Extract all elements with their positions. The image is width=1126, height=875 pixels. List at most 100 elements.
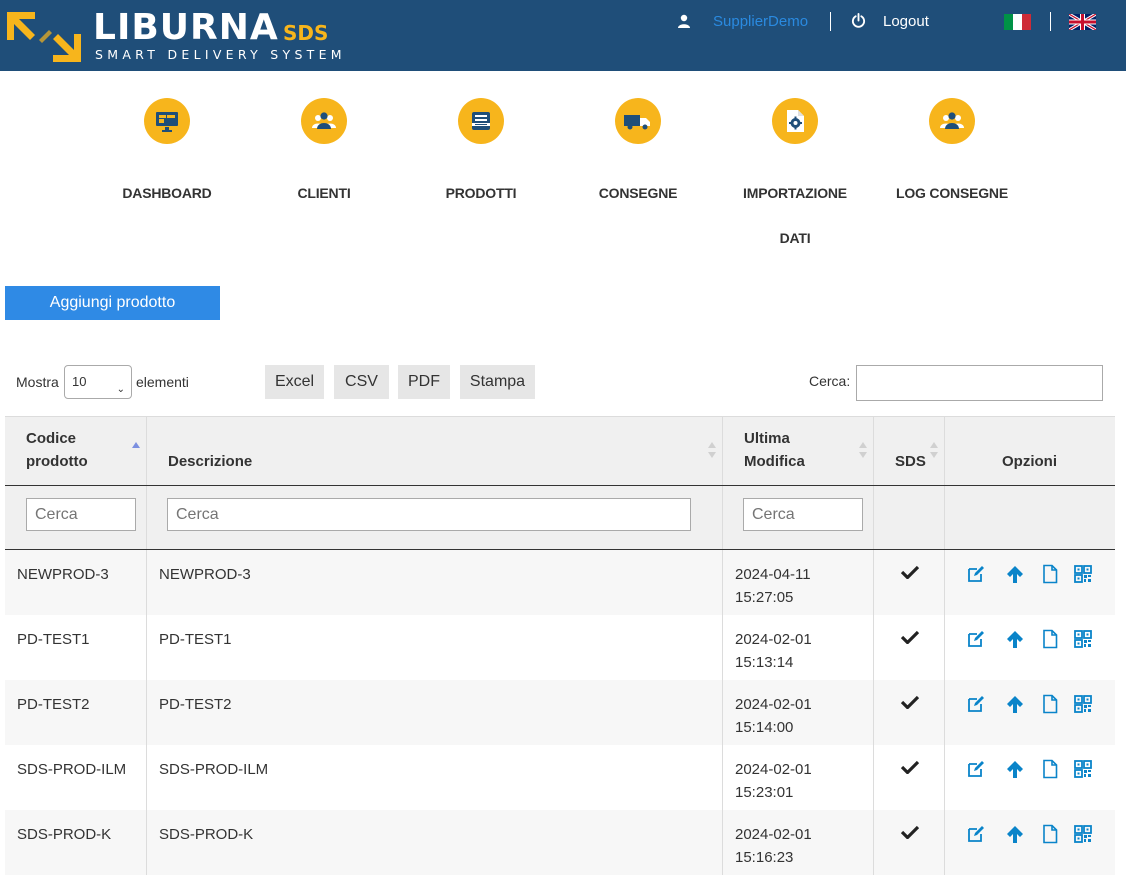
sds-cell	[874, 745, 945, 810]
description-cell: SDS-PROD-ILM	[147, 745, 723, 810]
dashboard-icon	[144, 98, 190, 144]
last-modified: 2024-02-01 15:13:14	[735, 631, 812, 671]
nav-clienti[interactable]: CLIENTI	[254, 98, 394, 216]
column-header-code[interactable]: Codice prodotto	[5, 417, 147, 485]
product-description: SDS-PROD-K	[159, 826, 254, 843]
filter-cell	[723, 486, 874, 549]
filter-cell	[874, 486, 945, 549]
excel-button[interactable]: Excel	[265, 365, 324, 399]
edit-icon[interactable]	[966, 629, 986, 649]
description-filter-input[interactable]	[167, 498, 691, 531]
search-input[interactable]	[856, 365, 1103, 401]
table-row[interactable]: SDS-PROD-ILM SDS-PROD-ILM 2024-02-01 15:2…	[5, 745, 1115, 810]
edit-icon[interactable]	[966, 824, 986, 844]
last-modified: 2024-02-01 15:14:00	[735, 696, 812, 736]
show-label: Mostra	[16, 374, 59, 390]
logout-link[interactable]: Logout	[883, 13, 929, 31]
description-cell: PD-TEST1	[147, 615, 723, 680]
print-button[interactable]: Stampa	[460, 365, 535, 399]
options-cell	[945, 810, 1115, 875]
column-header-last-modified[interactable]: Ultima Modifica	[723, 417, 874, 485]
qr-code-icon[interactable]	[1073, 759, 1093, 779]
page-size-select[interactable]: 10 ⌄	[64, 365, 132, 399]
uk-flag-icon[interactable]	[1069, 14, 1096, 30]
nav-dashboard[interactable]: DASHBOARD	[97, 98, 237, 216]
column-label: Codice prodotto	[26, 430, 88, 470]
document-icon[interactable]	[1040, 759, 1060, 779]
brand-suffix: SDS	[283, 21, 329, 45]
upload-icon[interactable]	[1005, 824, 1025, 844]
pdf-button[interactable]: PDF	[398, 365, 450, 399]
users-icon	[301, 98, 347, 144]
edit-icon[interactable]	[966, 564, 986, 584]
nav-consegne[interactable]: CONSEGNE	[568, 98, 708, 216]
csv-button[interactable]: CSV	[334, 365, 389, 399]
document-icon[interactable]	[1040, 629, 1060, 649]
check-icon	[901, 565, 919, 579]
document-icon[interactable]	[1040, 694, 1060, 714]
nav-importazione-dati[interactable]: IMPORTAZIONE DATI	[725, 98, 865, 261]
table-row[interactable]: NEWPROD-3 NEWPROD-3 2024-04-11 15:27:05	[5, 550, 1115, 615]
options-cell	[945, 745, 1115, 810]
document-icon[interactable]	[1040, 564, 1060, 584]
check-icon	[901, 630, 919, 644]
code-cell: SDS-PROD-K	[5, 810, 147, 875]
options-cell	[945, 680, 1115, 745]
filter-cell	[147, 486, 723, 549]
table-row[interactable]: SDS-PROD-K SDS-PROD-K 2024-02-01 15:16:23	[5, 810, 1115, 875]
edit-icon[interactable]	[966, 694, 986, 714]
elements-label: elementi	[136, 374, 189, 390]
nav-log-consegne[interactable]: LOG CONSEGNE	[882, 98, 1022, 216]
italian-flag-icon[interactable]	[1004, 14, 1031, 30]
table-row[interactable]: PD-TEST2 PD-TEST2 2024-02-01 15:14:00	[5, 680, 1115, 745]
power-icon[interactable]	[851, 13, 866, 28]
edit-icon[interactable]	[966, 759, 986, 779]
code-cell: PD-TEST1	[5, 615, 147, 680]
column-header-options: Opzioni	[945, 417, 1115, 485]
upload-icon[interactable]	[1005, 759, 1025, 779]
nav-label: PRODOTTI	[445, 185, 517, 201]
qr-code-icon[interactable]	[1073, 629, 1093, 649]
last-modified: 2024-04-11 15:27:05	[735, 566, 811, 606]
column-label: SDS	[895, 453, 926, 470]
product-code: PD-TEST2	[17, 696, 90, 713]
nav-prodotti[interactable]: PRODOTTI	[411, 98, 551, 216]
column-label: Opzioni	[1002, 453, 1057, 470]
add-product-button[interactable]: Aggiungi prodotto	[5, 286, 220, 320]
product-description: NEWPROD-3	[159, 566, 251, 583]
chevron-down-icon: ⌄	[116, 384, 125, 395]
code-cell: SDS-PROD-ILM	[5, 745, 147, 810]
date-cell: 2024-02-01 15:23:01	[723, 745, 874, 810]
header-divider	[830, 12, 831, 31]
filter-row	[5, 486, 1115, 550]
description-cell: SDS-PROD-K	[147, 810, 723, 875]
nav-label: DASHBOARD	[122, 185, 212, 201]
upload-icon[interactable]	[1005, 694, 1025, 714]
column-header-description[interactable]: Descrizione	[147, 417, 723, 485]
import-icon	[772, 98, 818, 144]
qr-code-icon[interactable]	[1073, 564, 1093, 584]
sds-cell	[874, 550, 945, 615]
column-header-sds[interactable]: SDS	[874, 417, 945, 485]
liburna-logo[interactable]: LIBURNA SDS SMART DELIVERY SYSTEM	[5, 8, 342, 66]
upload-icon[interactable]	[1005, 629, 1025, 649]
date-filter-input[interactable]	[743, 498, 863, 531]
options-cell	[945, 550, 1115, 615]
code-filter-input[interactable]	[26, 498, 136, 531]
username-link[interactable]: SupplierDemo	[713, 13, 808, 31]
product-code: PD-TEST1	[17, 631, 90, 648]
qr-code-icon[interactable]	[1073, 694, 1093, 714]
sds-cell	[874, 615, 945, 680]
sort-both-icon	[859, 442, 867, 458]
product-code: NEWPROD-3	[17, 566, 109, 583]
nav-label: CONSEGNE	[598, 185, 678, 201]
qr-code-icon[interactable]	[1073, 824, 1093, 844]
product-code: SDS-PROD-K	[17, 826, 112, 843]
date-cell: 2024-02-01 15:13:14	[723, 615, 874, 680]
description-cell: NEWPROD-3	[147, 550, 723, 615]
product-description: PD-TEST1	[159, 631, 232, 648]
upload-icon[interactable]	[1005, 564, 1025, 584]
last-modified: 2024-02-01 15:23:01	[735, 761, 812, 801]
document-icon[interactable]	[1040, 824, 1060, 844]
table-row[interactable]: PD-TEST1 PD-TEST1 2024-02-01 15:13:14	[5, 615, 1115, 680]
